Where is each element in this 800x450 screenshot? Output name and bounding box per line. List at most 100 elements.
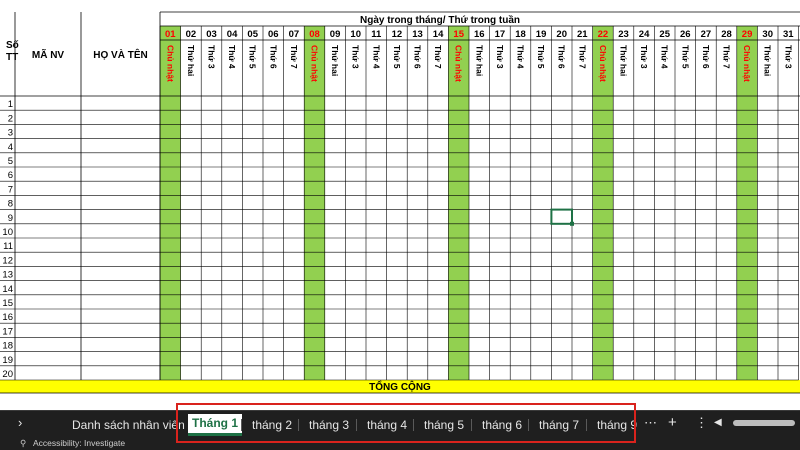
grid-svg: Ngày trong tháng/ Thứ trong tuần SốTT MÃ N…	[0, 11, 800, 394]
sheet-tab-bar: › Danh sách nhân viên Tháng 1 tháng 2 th…	[0, 410, 800, 437]
tab-separator	[241, 419, 242, 431]
tab-thang-4[interactable]: tháng 4	[363, 414, 411, 436]
row-number: 1	[8, 99, 13, 110]
weekday-label: Thứ 7	[722, 45, 732, 69]
weekday-label: Thứ 6	[268, 45, 278, 69]
weekday-label: Thứ 5	[248, 45, 258, 69]
weekday-label: Thứ 3	[207, 45, 217, 69]
status-bar: ⚲ Accessibility: Investigate	[0, 436, 800, 450]
row-number: 13	[2, 270, 13, 281]
day-number: 03	[206, 29, 217, 40]
day-number: 22	[598, 29, 609, 40]
tab-thang-9[interactable]: tháng 9	[593, 414, 641, 436]
selected-cell[interactable]	[550, 208, 574, 225]
row-number: 19	[2, 355, 13, 366]
col-ma-nv-header: MÃ NV	[32, 48, 65, 61]
tab-thang-7[interactable]: tháng 7	[535, 414, 583, 436]
day-number: 15	[453, 29, 464, 40]
day-number: 14	[433, 29, 444, 40]
weekday-label: Thứ hai	[474, 45, 484, 76]
day-number: 06	[268, 29, 279, 40]
tab-separator	[586, 419, 587, 431]
weekday-label: Chủ nhật	[598, 45, 608, 82]
weekday-label: Chủ nhật	[454, 45, 464, 82]
weekday-label: Thứ 4	[227, 45, 237, 69]
vertical-dots-icon[interactable]: ⋮	[695, 412, 708, 434]
tab-separator	[413, 419, 414, 431]
day-number: 08	[309, 29, 320, 40]
tab-separator	[298, 419, 299, 431]
weekday-label: Thứ hai	[619, 45, 629, 76]
weekday-label: Thứ 4	[371, 45, 381, 69]
row-number: 11	[3, 241, 13, 252]
day-number: 27	[701, 29, 712, 40]
total-label: TỔNG CỘNG	[369, 380, 431, 393]
row-number: 7	[8, 184, 13, 195]
row-number: 16	[2, 312, 13, 323]
row-number: 4	[8, 142, 13, 153]
row-number: 14	[2, 284, 13, 295]
spreadsheet-grid[interactable]: Ngày trong tháng/ Thứ trong tuần Số TT MÃ N…	[0, 0, 800, 410]
weekday-label: Thứ 5	[392, 45, 402, 69]
day-number: 12	[392, 29, 403, 40]
more-icon[interactable]: ⋯	[644, 412, 657, 434]
day-number: 31	[783, 29, 794, 40]
weekday-label: Thứ 5	[680, 45, 690, 69]
row-number: 20	[2, 369, 13, 380]
row-number: 2	[8, 113, 13, 124]
weekday-label: Thứ 3	[351, 45, 361, 69]
weekday-label: Thứ 3	[639, 45, 649, 69]
weekday-label: Thứ 3	[783, 45, 793, 69]
col-ho-ten-header: HỌ VÀ TÊN	[93, 48, 147, 61]
day-number: 17	[495, 29, 506, 40]
accessibility-status[interactable]: Accessibility: Investigate	[33, 436, 125, 450]
row-number: 18	[2, 341, 13, 352]
tab-thang-1[interactable]: Tháng 1	[188, 414, 243, 436]
tab-thang-5[interactable]: tháng 5	[420, 414, 468, 436]
add-sheet-icon[interactable]: +	[668, 412, 677, 434]
day-number: 30	[762, 29, 773, 40]
weekday-label: Thứ 7	[577, 45, 587, 69]
tab-thang-6[interactable]: tháng 6	[478, 414, 526, 436]
tab-separator	[356, 419, 357, 431]
day-number: 05	[247, 29, 258, 40]
weekday-label: Thứ 4	[516, 45, 526, 69]
day-number: 29	[742, 29, 753, 40]
weekday-label: Thứ 7	[289, 45, 299, 69]
weekday-label: Thứ 6	[701, 45, 711, 69]
tab-danh-sach-nhan-vien[interactable]: Danh sách nhân viên	[68, 414, 189, 436]
tab-thang-2[interactable]: tháng 2	[248, 414, 296, 436]
day-number: 28	[721, 29, 732, 40]
tab-separator	[528, 419, 529, 431]
day-number: 07	[289, 29, 300, 40]
weekday-label: Thứ 6	[413, 45, 423, 69]
day-number: 23	[618, 29, 629, 40]
day-number: 18	[515, 29, 526, 40]
day-number: 13	[412, 29, 423, 40]
accessibility-icon: ⚲	[20, 438, 27, 448]
day-number: 24	[639, 29, 650, 40]
scroll-left-icon[interactable]: ◀	[714, 412, 722, 434]
tab-thang-3[interactable]: tháng 3	[305, 414, 353, 436]
weekday-label: Chủ nhật	[310, 45, 320, 82]
weekday-label: Thứ 3	[495, 45, 505, 69]
row-number: 15	[2, 298, 13, 309]
weekday-label: Thứ hai	[330, 45, 340, 76]
day-number: 25	[659, 29, 670, 40]
col-stt-header: TT	[6, 52, 18, 63]
row-number: 5	[8, 156, 13, 167]
weekday-label: Thứ 7	[433, 45, 443, 69]
tab-separator	[471, 419, 472, 431]
day-number: 04	[227, 29, 238, 40]
day-number: 11	[371, 29, 382, 40]
horizontal-scrollbar[interactable]	[733, 420, 795, 426]
fill-handle	[570, 221, 574, 226]
row-number: 3	[8, 128, 13, 139]
row-number: 9	[8, 213, 13, 224]
chevron-right-icon[interactable]: ›	[18, 412, 22, 434]
row-number: 17	[2, 326, 13, 337]
weekday-label: Thứ hai	[763, 45, 773, 76]
row-number: 6	[8, 170, 13, 181]
row-number: 10	[2, 227, 13, 238]
day-number: 26	[680, 29, 691, 40]
